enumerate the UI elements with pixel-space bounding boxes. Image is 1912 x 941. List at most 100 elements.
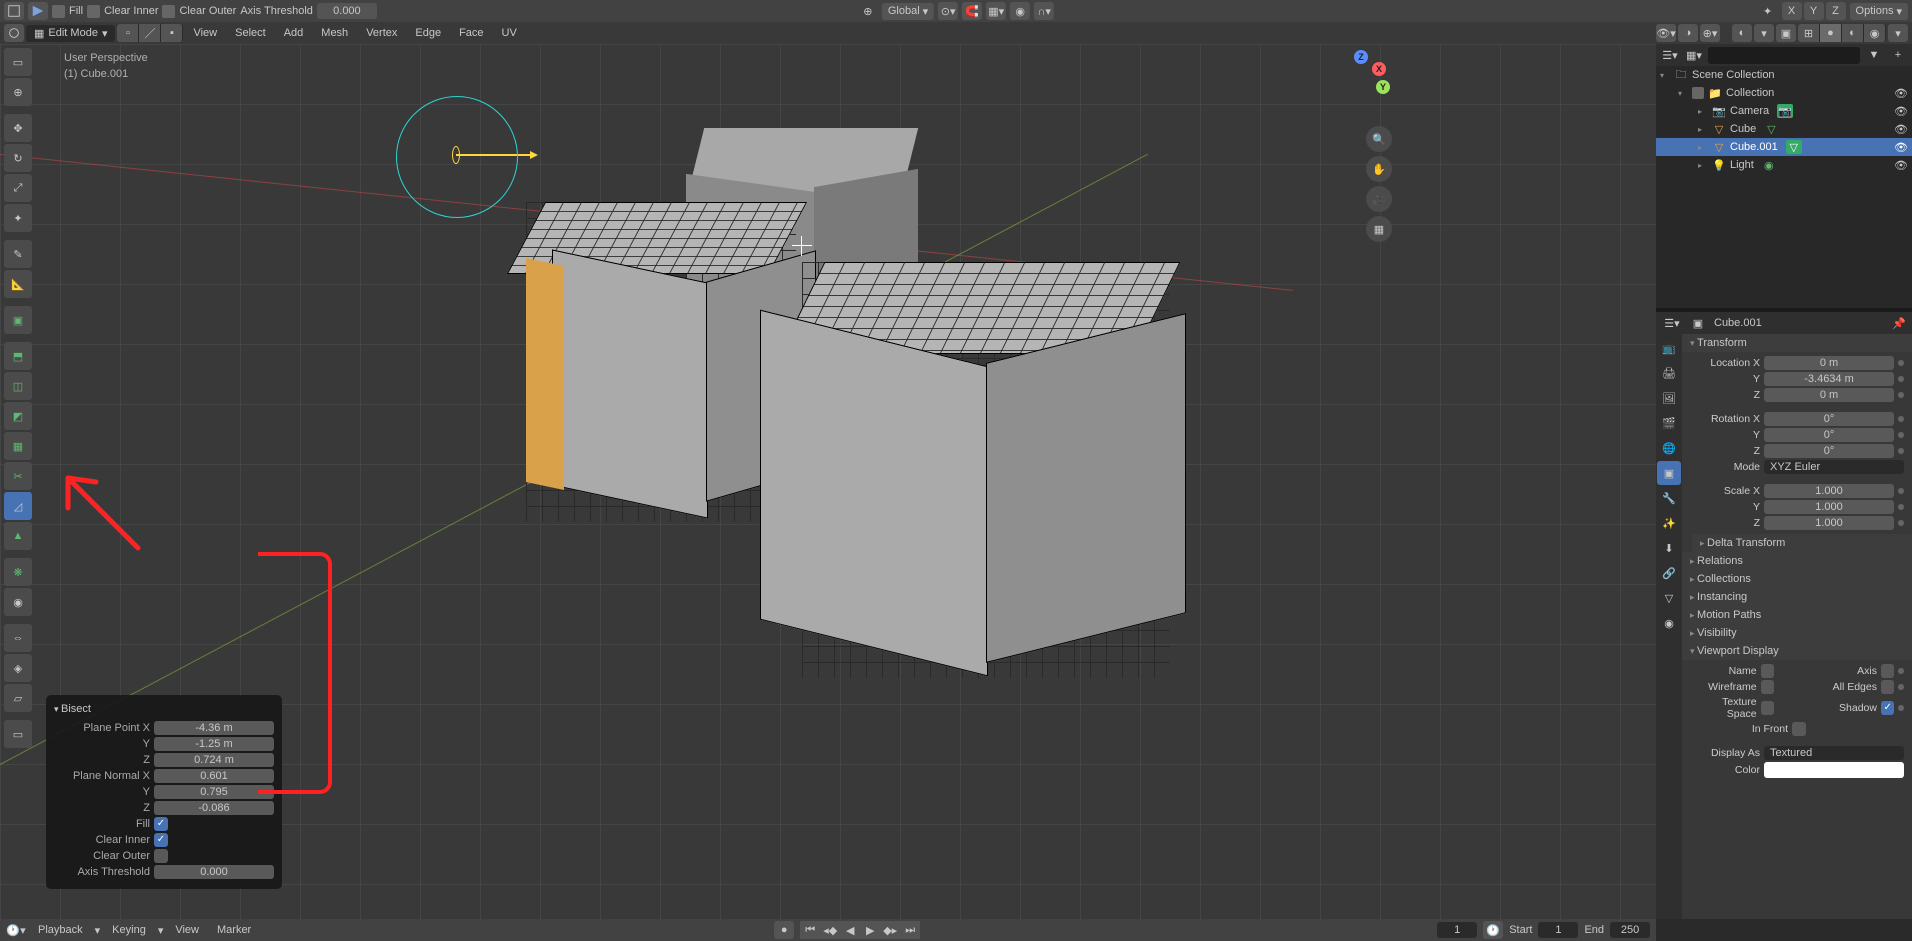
outliner-display-icon[interactable]: ▦▾ xyxy=(1684,46,1704,64)
outliner-editor-icon[interactable]: ☰▾ xyxy=(1660,46,1680,64)
proportional-type-icon[interactable]: ∩▾ xyxy=(1034,2,1054,20)
rot-x[interactable]: 0° xyxy=(1764,412,1894,426)
axis-threshold-field[interactable]: Axis Threshold0.000 xyxy=(240,3,377,19)
section-motion-paths[interactable]: Motion Paths xyxy=(1682,606,1912,624)
tool-bevel[interactable]: ◩ xyxy=(4,402,32,430)
loc-x[interactable]: 0 m xyxy=(1764,356,1894,370)
xray-icon[interactable]: ▣ xyxy=(1776,24,1796,42)
vd-texspace-chk[interactable] xyxy=(1761,701,1774,715)
zoom-icon[interactable]: 🔍 xyxy=(1366,126,1392,152)
pan-icon[interactable]: ✋ xyxy=(1366,156,1392,182)
tab-physics[interactable]: ⬇ xyxy=(1657,536,1681,560)
loc-y[interactable]: -3.4634 m xyxy=(1764,372,1894,386)
rot-z[interactable]: 0° xyxy=(1764,444,1894,458)
tool-bisect[interactable]: ◿ xyxy=(4,492,32,520)
props-pin-icon[interactable]: 📌 xyxy=(1892,317,1906,330)
outliner-search[interactable] xyxy=(1708,47,1860,64)
tree-collection[interactable]: ▾📁Collection👁 xyxy=(1656,84,1912,102)
op-clear-inner-checkbox[interactable] xyxy=(154,833,168,847)
section-delta[interactable]: Delta Transform xyxy=(1692,534,1912,552)
tab-scene[interactable]: 🎬 xyxy=(1657,411,1681,435)
section-viewport-display[interactable]: Viewport Display xyxy=(1682,642,1912,660)
op-fill-checkbox[interactable] xyxy=(154,817,168,831)
menu-view[interactable]: View xyxy=(185,25,225,41)
face-select-icon[interactable]: ▪ xyxy=(161,24,183,42)
menu-face[interactable]: Face xyxy=(451,25,491,41)
section-relations[interactable]: Relations xyxy=(1682,552,1912,570)
plane-point-x[interactable]: -4.36 m xyxy=(154,721,274,735)
gizmo-dropdown-icon[interactable]: ⊕▾ xyxy=(1700,24,1720,42)
tab-particles[interactable]: ✨ xyxy=(1657,511,1681,535)
tool-measure[interactable]: 📐 xyxy=(4,270,32,298)
loc-z[interactable]: 0 m xyxy=(1764,388,1894,402)
tool-knife[interactable]: ✂ xyxy=(4,462,32,490)
end-frame[interactable]: 250 xyxy=(1610,922,1650,938)
menu-mesh[interactable]: Mesh xyxy=(313,25,356,41)
play-icon[interactable]: ▶ xyxy=(860,921,880,939)
tool-transform[interactable]: ✦ xyxy=(4,204,32,232)
perspective-icon[interactable]: ▦ xyxy=(1366,216,1392,242)
outliner[interactable]: ▾🗀Scene Collection ▾📁Collection👁 ▸📷Camer… xyxy=(1656,66,1912,308)
tab-viewlayer[interactable]: 🖼 xyxy=(1657,386,1681,410)
section-instancing[interactable]: Instancing xyxy=(1682,588,1912,606)
start-frame[interactable]: 1 xyxy=(1538,922,1578,938)
menu-uv[interactable]: UV xyxy=(494,25,525,41)
plane-normal-z[interactable]: -0.086 xyxy=(154,801,274,815)
tool-move[interactable]: ✥ xyxy=(4,114,32,142)
gizmo-toggle-icon[interactable]: ◑ xyxy=(1678,24,1698,42)
tl-playback[interactable]: Playback xyxy=(32,922,89,938)
plane-normal-x[interactable]: 0.601 xyxy=(154,769,274,783)
mesh-visibility-icon[interactable]: ✦ xyxy=(1758,2,1778,20)
tool-edge-slide[interactable]: ⇔ xyxy=(4,624,32,652)
axis-x-handle[interactable]: X xyxy=(1372,62,1386,76)
orientation-icon[interactable]: ⊕ xyxy=(858,2,878,20)
operator-panel[interactable]: Bisect Plane Point X-4.36 m Y-1.25 m Z0.… xyxy=(46,695,282,889)
menu-vertex[interactable]: Vertex xyxy=(358,25,405,41)
tool-rip[interactable]: ▭ xyxy=(4,720,32,748)
scale-x[interactable]: 1.000 xyxy=(1764,484,1894,498)
selectability-icon[interactable]: 👁▾ xyxy=(1656,24,1676,42)
navigation-gizmo[interactable]: Z X Y xyxy=(1332,50,1392,110)
section-visibility[interactable]: Visibility xyxy=(1682,624,1912,642)
menu-edge[interactable]: Edge xyxy=(407,25,449,41)
tl-marker[interactable]: Marker xyxy=(211,922,257,938)
outliner-filter-icon[interactable]: ▼ xyxy=(1864,46,1884,64)
tree-camera[interactable]: ▸📷Camera📷👁 xyxy=(1656,102,1912,120)
orientation-dropdown[interactable]: Global ▾ xyxy=(882,3,934,20)
menu-add[interactable]: Add xyxy=(276,25,312,41)
vd-infront-chk[interactable] xyxy=(1792,722,1806,736)
editor-type-icon[interactable] xyxy=(4,24,24,42)
overlay-dropdown-icon[interactable]: ▾ xyxy=(1754,24,1774,42)
tab-output[interactable]: 🖨 xyxy=(1657,361,1681,385)
tl-view[interactable]: View xyxy=(169,922,205,938)
preview-range-icon[interactable]: 🕐 xyxy=(1483,921,1503,939)
current-frame[interactable]: 1 xyxy=(1437,922,1477,938)
tool-extrude[interactable]: ⬒ xyxy=(4,342,32,370)
mode-dropdown[interactable]: ▦ Edit Mode ▾ xyxy=(26,25,115,42)
proportional-icon[interactable]: ◉ xyxy=(1010,2,1030,20)
vd-shadow-chk[interactable] xyxy=(1881,701,1894,715)
jump-end-icon[interactable]: ⏭ xyxy=(900,921,920,939)
edge-select-icon[interactable]: ／ xyxy=(139,24,161,42)
wireframe-shading-icon[interactable]: ⊞ xyxy=(1798,24,1820,42)
tab-world[interactable]: 🌐 xyxy=(1657,436,1681,460)
plane-point-y[interactable]: -1.25 m xyxy=(154,737,274,751)
tool-select-box[interactable]: ▭ xyxy=(4,48,32,76)
tool-loop-cut[interactable]: ▦ xyxy=(4,432,32,460)
tool-cursor[interactable]: ⊕ xyxy=(4,78,32,106)
tab-constraints[interactable]: 🔗 xyxy=(1657,561,1681,585)
outliner-new-collection-icon[interactable]: + xyxy=(1888,46,1908,64)
fill-option[interactable]: Fill xyxy=(52,5,83,18)
tab-data[interactable]: ▽ xyxy=(1657,586,1681,610)
operator-title[interactable]: Bisect xyxy=(54,701,274,721)
scale-z[interactable]: 1.000 xyxy=(1764,516,1894,530)
op-clear-outer-checkbox[interactable] xyxy=(154,849,168,863)
tool-scale[interactable]: ⤢ xyxy=(4,174,32,202)
scale-y[interactable]: 1.000 xyxy=(1764,500,1894,514)
menu-select[interactable]: Select xyxy=(227,25,274,41)
tl-keying[interactable]: Keying xyxy=(106,922,152,938)
props-editor-icon[interactable]: ☰▾ xyxy=(1662,314,1682,332)
axis-x-toggle[interactable]: X xyxy=(1782,2,1802,20)
snap-icon[interactable]: 🧲 xyxy=(962,2,982,20)
display-as-dropdown[interactable]: Textured xyxy=(1764,746,1904,760)
